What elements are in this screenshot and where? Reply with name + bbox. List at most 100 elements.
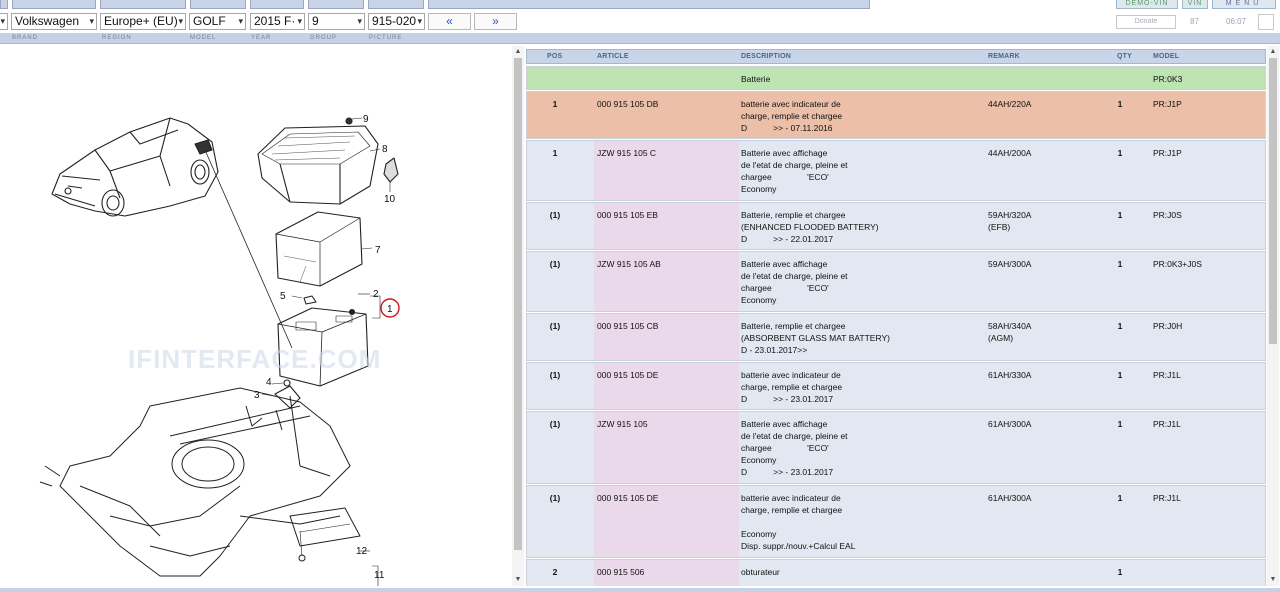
callout-8[interactable]: 8 — [382, 144, 388, 155]
chevron-down-icon: ▾ — [417, 16, 422, 26]
table-header: POS ARTICLE DESCRIPTION REMARK QTY MODEL — [526, 49, 1266, 64]
group-select[interactable]: 9 ▾ — [308, 13, 365, 30]
row-model: PR:J1L — [1153, 493, 1181, 503]
chevron-down-icon: ▾ — [0, 16, 5, 26]
row-pos: 1 — [552, 99, 558, 109]
scroll-down-icon[interactable]: ▼ — [514, 576, 522, 584]
callout-3[interactable]: 3 — [254, 390, 260, 401]
picture-label: PICTURE — [369, 35, 403, 41]
row-qty: 1 — [1117, 567, 1123, 577]
row-article: JZW 915 105 — [597, 419, 648, 429]
row-qty: 1 — [1117, 148, 1123, 158]
table-row[interactable]: 2 000 915 506 obturateur 1 — [526, 559, 1266, 586]
chevron-down-icon: ▾ — [178, 16, 183, 26]
header-description: DESCRIPTION — [741, 53, 792, 60]
brand-select[interactable]: Volkswagen ▾ — [11, 13, 97, 30]
vin-tab[interactable]: VIN — [1182, 0, 1208, 9]
table-row[interactable]: Batterie PR:0K3 — [526, 66, 1266, 90]
row-description: batterie avec indicateur de charge, remp… — [741, 99, 843, 133]
model-value: GOLF — [193, 14, 226, 28]
row-article: 000 915 105 CB — [597, 321, 659, 331]
group-label: GROUP — [310, 35, 338, 41]
row-remark: 61AH/300A — [988, 419, 1032, 429]
top-tab[interactable] — [100, 0, 186, 9]
model-label: MODEL — [190, 35, 217, 41]
picture-select[interactable]: 915-020 ▾ — [368, 13, 425, 30]
row-description: Batterie — [741, 74, 771, 84]
selector-row: ▾ Volkswagen ▾ Europe+ (EU) ▾ GOLF ▾ 201… — [0, 12, 1280, 32]
callout-12[interactable]: 12 — [356, 546, 368, 557]
table-row[interactable]: 1 JZW 915 105 C Batterie avec affichage … — [526, 140, 1266, 201]
row-model: PR:J1L — [1153, 370, 1181, 380]
year-label: YEAR — [251, 35, 272, 41]
car-illustration — [51, 117, 219, 217]
row-qty: 1 — [1117, 259, 1123, 269]
bottom-bar — [0, 588, 1280, 592]
table-row[interactable]: (1) 000 915 105 EB Batterie, remplie et … — [526, 202, 1266, 250]
callout-11[interactable]: 11 — [374, 570, 385, 581]
top-tab[interactable] — [368, 0, 424, 9]
scroll-up-icon[interactable]: ▲ — [514, 48, 522, 56]
battery-exploded-view: IFINTERFACE.COM 9 8 10 7 5 2 1 4 3 12 11 — [39, 114, 400, 586]
table-row[interactable]: (1) 000 915 105 CB Batterie, remplie et … — [526, 313, 1266, 361]
table-row[interactable]: (1) JZW 915 105 Batterie avec affichage … — [526, 411, 1266, 484]
brand-label: BRAND — [12, 35, 39, 41]
row-qty: 1 — [1117, 493, 1123, 503]
header-remark: REMARK — [988, 53, 1020, 60]
callout-4[interactable]: 4 — [266, 377, 272, 388]
year-suffix: F· — [284, 14, 296, 28]
callout-9[interactable]: 9 — [363, 114, 369, 125]
diagram-scrollbar[interactable]: ▲ ▼ — [512, 46, 524, 586]
callout-5[interactable]: 5 — [280, 291, 286, 302]
top-tab[interactable] — [0, 0, 8, 9]
callout-1[interactable]: 1 — [387, 304, 393, 315]
time-value: 06:07 — [1226, 17, 1247, 26]
table-scrollbar[interactable]: ▲ ▼ — [1267, 46, 1279, 586]
row-article: 000 915 506 — [597, 567, 645, 577]
table-row[interactable]: (1) 000 915 105 DE batterie avec indicat… — [526, 362, 1266, 410]
year-select[interactable]: 2015 F· ▾ — [250, 13, 305, 30]
row-remark: 59AH/320A (EFB) — [988, 210, 1032, 232]
menu-tab[interactable]: MENU — [1212, 0, 1276, 9]
table-scroll-thumb[interactable] — [1269, 58, 1277, 344]
row-model: PR:J0S — [1153, 210, 1182, 220]
callout-7[interactable]: 7 — [375, 245, 381, 256]
parts-diagram[interactable]: IFINTERFACE.COM 9 8 10 7 5 2 1 4 3 12 11 — [0, 46, 512, 586]
header-model: MODEL — [1153, 53, 1180, 60]
small-box[interactable] — [1258, 14, 1274, 30]
row-pos: 2 — [552, 567, 558, 577]
prev-picture-button[interactable]: « — [428, 13, 471, 30]
scroll-down-icon[interactable]: ▼ — [1269, 576, 1277, 584]
leading-select[interactable]: ▾ — [0, 13, 8, 30]
row-description: Batterie, remplie et chargee (ENHANCED F… — [741, 210, 879, 244]
model-select[interactable]: GOLF ▾ — [189, 13, 246, 30]
callout-2[interactable]: 2 — [373, 289, 379, 300]
table-row[interactable]: 1 000 915 105 DB batterie avec indicateu… — [526, 91, 1266, 139]
battery-cover — [257, 117, 381, 205]
top-tab[interactable] — [190, 0, 246, 9]
next-picture-button[interactable]: » — [474, 13, 517, 30]
chevron-down-icon: ▾ — [238, 16, 243, 26]
top-tab[interactable] — [428, 0, 870, 9]
group-value: 9 — [312, 14, 319, 28]
top-tab[interactable] — [12, 0, 96, 9]
row-article: JZW 915 105 AB — [597, 259, 661, 269]
table-row[interactable]: (1) 000 915 105 DE batterie avec indicat… — [526, 485, 1266, 558]
region-label: REGION — [102, 35, 132, 41]
row-description: batterie avec indicateur de charge, remp… — [741, 370, 843, 404]
demo-vin-tab[interactable]: DEMO-VIN — [1116, 0, 1178, 9]
row-pos: (1) — [549, 210, 561, 220]
donate-button[interactable]: Donate — [1116, 15, 1176, 29]
subframe — [39, 387, 379, 586]
table-row[interactable]: (1) JZW 915 105 AB Batterie avec afficha… — [526, 251, 1266, 312]
top-tab[interactable] — [308, 0, 364, 9]
row-model: PR:J0H — [1153, 321, 1183, 331]
top-tab[interactable] — [250, 0, 304, 9]
row-qty: 1 — [1117, 99, 1123, 109]
callout-10[interactable]: 10 — [384, 194, 396, 205]
scroll-up-icon[interactable]: ▲ — [1269, 48, 1277, 56]
row-article: 000 915 105 DE — [597, 370, 659, 380]
region-select[interactable]: Europe+ (EU) ▾ — [100, 13, 186, 30]
header-pos: POS — [547, 53, 563, 60]
diagram-scroll-thumb[interactable] — [514, 58, 522, 550]
